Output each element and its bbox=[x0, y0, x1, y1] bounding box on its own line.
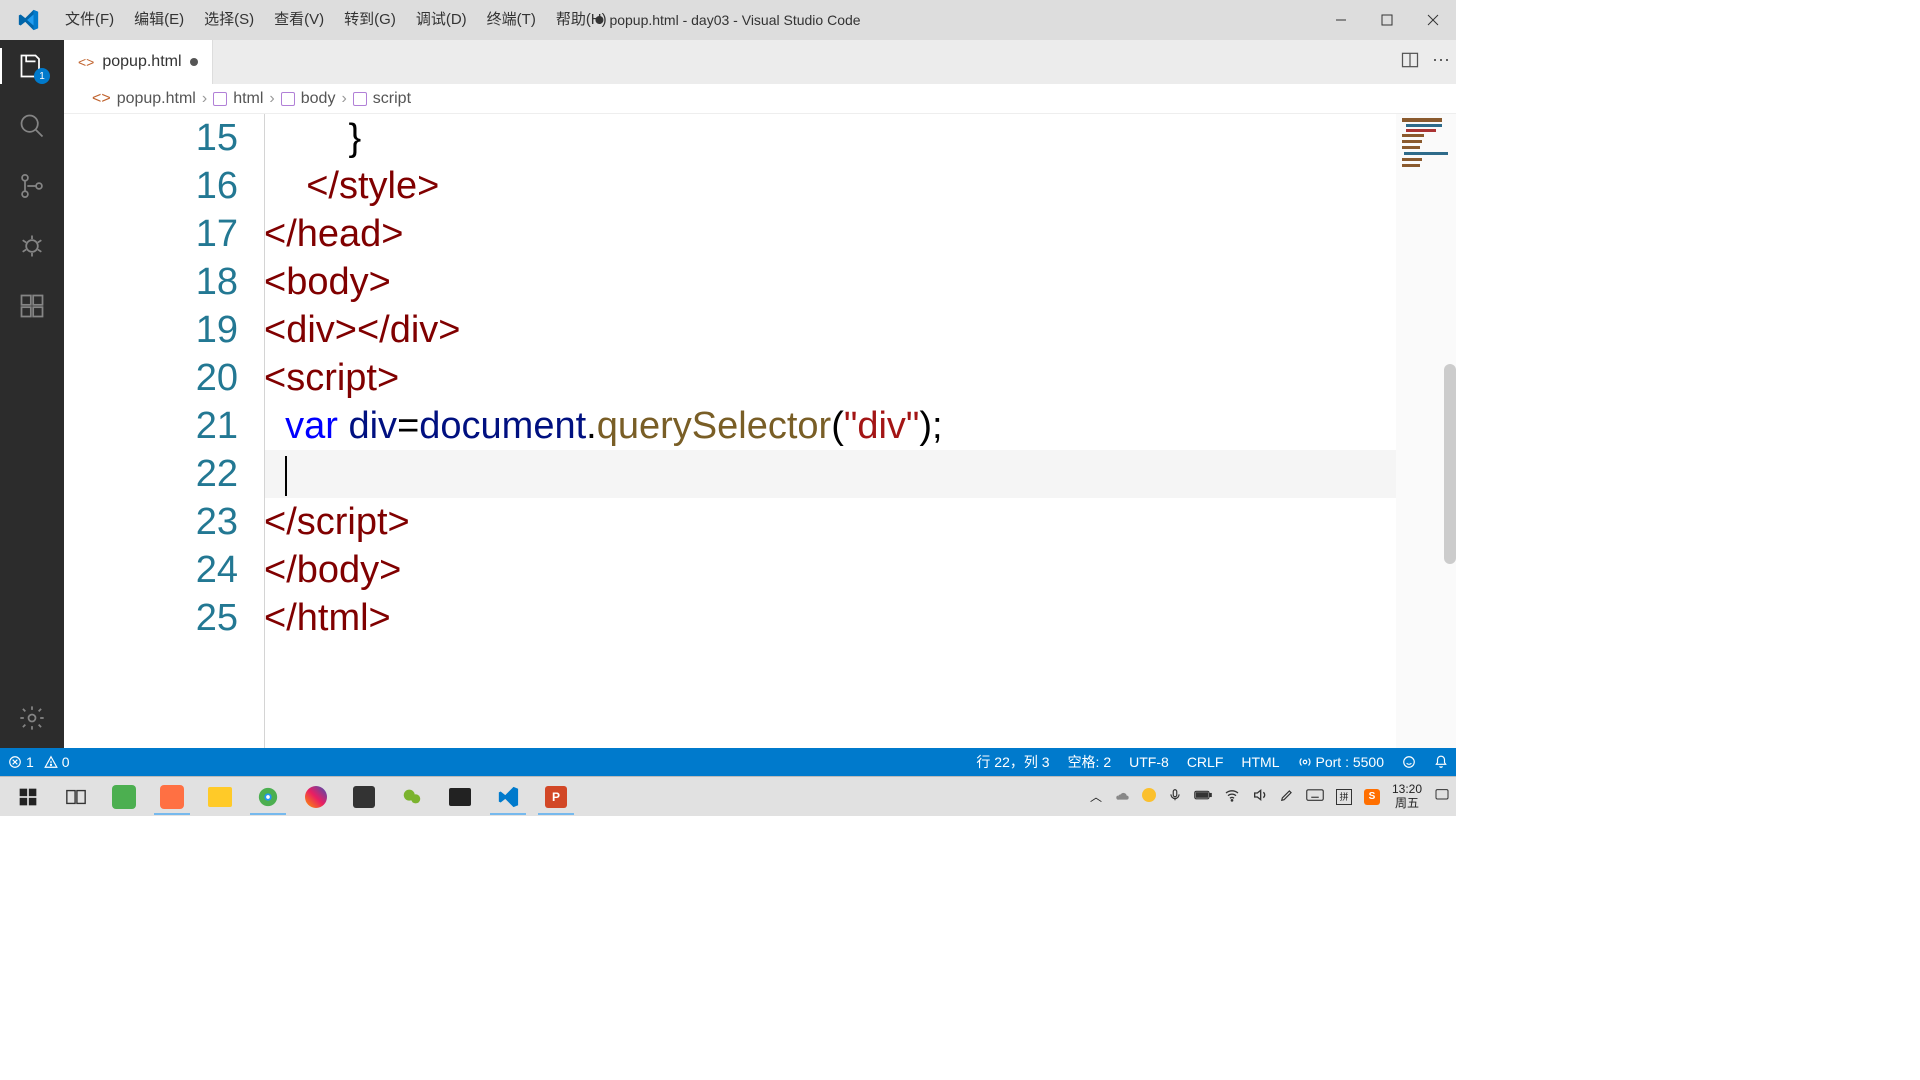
breadcrumb-file[interactable]: popup.html bbox=[117, 90, 196, 108]
menu-select[interactable]: 选择(S) bbox=[194, 0, 264, 40]
tray-volume-icon[interactable] bbox=[1252, 787, 1268, 806]
tab-popup-html[interactable]: <> popup.html bbox=[64, 40, 213, 84]
breadcrumbs[interactable]: <> popup.html › html › body › script bbox=[64, 84, 1456, 114]
status-notifications-icon[interactable] bbox=[1434, 755, 1448, 769]
taskbar-app-cmd[interactable] bbox=[436, 779, 484, 815]
windows-taskbar: P ︿ 拼 S 13:20 周五 bbox=[0, 776, 1456, 816]
taskbar-app-powerpoint[interactable]: P bbox=[532, 779, 580, 815]
code-content[interactable]: } </style></head><body><div></div><scrip… bbox=[264, 114, 1456, 748]
menu-terminal[interactable]: 终端(T) bbox=[477, 0, 546, 40]
menu-goto[interactable]: 转到(G) bbox=[334, 0, 406, 40]
split-editor-icon[interactable] bbox=[1400, 50, 1420, 75]
extensions-icon[interactable] bbox=[14, 288, 50, 324]
close-button[interactable] bbox=[1410, 0, 1456, 40]
system-tray: ︿ 拼 S 13:20 周五 bbox=[1090, 783, 1450, 809]
symbol-icon bbox=[281, 92, 295, 106]
minimize-button[interactable] bbox=[1318, 0, 1364, 40]
html-file-icon: <> bbox=[78, 54, 94, 70]
status-indentation[interactable]: 空格: 2 bbox=[1068, 752, 1112, 772]
maximize-button[interactable] bbox=[1364, 0, 1410, 40]
chevron-right-icon: › bbox=[341, 90, 346, 108]
chevron-right-icon: › bbox=[269, 90, 274, 108]
tray-onedrive-icon[interactable] bbox=[1114, 787, 1130, 806]
status-eol[interactable]: CRLF bbox=[1187, 754, 1224, 770]
settings-gear-icon[interactable] bbox=[14, 700, 50, 736]
taskbar-app-paint[interactable] bbox=[292, 779, 340, 815]
tray-notifications-icon[interactable] bbox=[1434, 787, 1450, 806]
menu-edit[interactable]: 编辑(E) bbox=[124, 0, 194, 40]
window-title: popup.html - day03 - Visual Studio Code bbox=[595, 12, 860, 28]
editor-group: <> popup.html ⋯ <> popup.html › html › b… bbox=[64, 40, 1456, 748]
taskbar-clock[interactable]: 13:20 周五 bbox=[1392, 783, 1422, 809]
search-icon[interactable] bbox=[14, 108, 50, 144]
html-file-icon: <> bbox=[92, 90, 111, 108]
titlebar: 文件(F) 编辑(E) 选择(S) 查看(V) 转到(G) 调试(D) 终端(T… bbox=[0, 0, 1456, 40]
menu-file[interactable]: 文件(F) bbox=[55, 0, 124, 40]
tray-battery-icon[interactable] bbox=[1194, 789, 1212, 804]
status-live-server[interactable]: Port : 5500 bbox=[1298, 754, 1385, 770]
status-encoding[interactable]: UTF-8 bbox=[1129, 754, 1169, 770]
taskbar-app-chrome[interactable] bbox=[244, 779, 292, 815]
code-editor[interactable]: 1516171819202122232425 } </style></head>… bbox=[64, 114, 1456, 748]
menubar: 文件(F) 编辑(E) 选择(S) 查看(V) 转到(G) 调试(D) 终端(T… bbox=[55, 0, 617, 40]
taskbar-app-explorer[interactable] bbox=[196, 779, 244, 815]
task-view-icon[interactable] bbox=[52, 779, 100, 815]
line-number-gutter: 1516171819202122232425 bbox=[64, 114, 264, 748]
start-button[interactable] bbox=[4, 779, 52, 815]
status-cursor-position[interactable]: 行 22，列 3 bbox=[976, 752, 1049, 772]
modified-dot-icon bbox=[595, 16, 603, 24]
tray-mic-icon[interactable] bbox=[1168, 788, 1182, 805]
breadcrumb-html[interactable]: html bbox=[233, 90, 263, 108]
tabs-row: <> popup.html ⋯ bbox=[64, 40, 1456, 84]
taskbar-app-camtasia[interactable] bbox=[100, 779, 148, 815]
source-control-icon[interactable] bbox=[14, 168, 50, 204]
tray-keyboard-icon[interactable] bbox=[1306, 788, 1324, 805]
status-language[interactable]: HTML bbox=[1241, 754, 1279, 770]
explorer-badge: 1 bbox=[34, 68, 50, 84]
breadcrumb-body[interactable]: body bbox=[301, 90, 336, 108]
taskbar-app-vscode[interactable] bbox=[484, 779, 532, 815]
tab-label: popup.html bbox=[102, 53, 181, 71]
activity-bar: 1 bbox=[0, 40, 64, 748]
vscode-logo-icon bbox=[0, 9, 55, 31]
menu-debug[interactable]: 调试(D) bbox=[406, 0, 477, 40]
symbol-icon bbox=[213, 92, 227, 106]
taskbar-app-wechat[interactable] bbox=[388, 779, 436, 815]
taskbar-app-dark[interactable] bbox=[340, 779, 388, 815]
breadcrumb-script[interactable]: script bbox=[373, 90, 411, 108]
taskbar-app-recorder[interactable] bbox=[148, 779, 196, 815]
debug-icon[interactable] bbox=[14, 228, 50, 264]
tray-sogou-icon[interactable]: S bbox=[1364, 788, 1380, 805]
status-feedback-icon[interactable] bbox=[1402, 755, 1416, 769]
more-actions-icon[interactable]: ⋯ bbox=[1432, 50, 1450, 75]
status-warnings[interactable]: 0 bbox=[44, 754, 70, 770]
menu-view[interactable]: 查看(V) bbox=[264, 0, 334, 40]
tray-pen-icon[interactable] bbox=[1280, 788, 1294, 805]
vertical-scrollbar[interactable] bbox=[1444, 364, 1456, 564]
symbol-icon bbox=[353, 92, 367, 106]
chevron-right-icon: › bbox=[202, 90, 207, 108]
tray-app-icon[interactable] bbox=[1142, 788, 1156, 805]
status-bar: 1 0 行 22，列 3 空格: 2 UTF-8 CRLF HTML Port … bbox=[0, 748, 1456, 776]
tab-modified-dot-icon bbox=[190, 58, 198, 66]
status-errors[interactable]: 1 bbox=[8, 754, 34, 770]
tray-wifi-icon[interactable] bbox=[1224, 787, 1240, 806]
tray-chevron-up-icon[interactable]: ︿ bbox=[1090, 788, 1102, 805]
tray-ime-icon[interactable]: 拼 bbox=[1336, 789, 1352, 805]
